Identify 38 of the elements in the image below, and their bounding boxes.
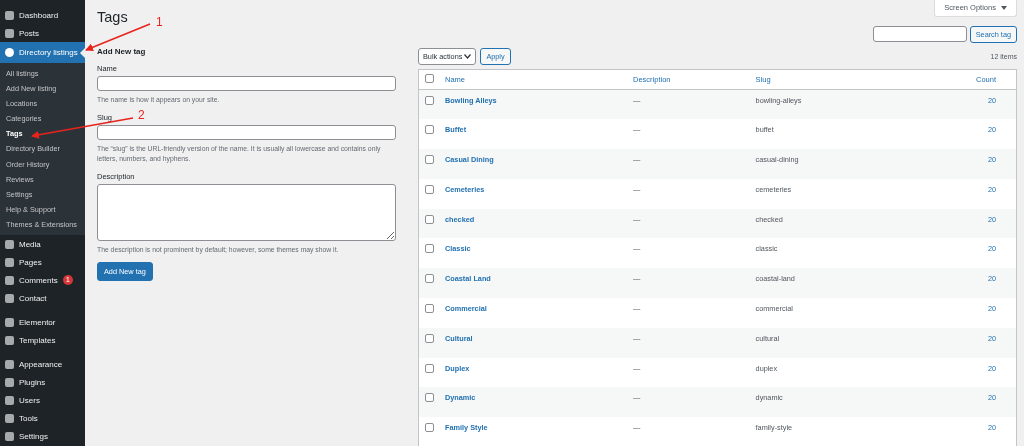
menu-item[interactable]: Dashboard [0, 6, 85, 24]
menu-item[interactable]: Appearance [0, 355, 85, 374]
annotation-number: 2 [138, 108, 145, 122]
menu-item[interactable]: Settings [0, 427, 85, 446]
input-field[interactable] [97, 124, 396, 140]
page-title: Tags [97, 9, 128, 25]
menu-item[interactable]: Plugins [0, 373, 85, 392]
menu-item[interactable]: Elementor [0, 313, 85, 332]
form-heading: Add New tag [97, 47, 147, 56]
row-checkbox[interactable] [425, 214, 434, 224]
menu-item[interactable]: Media [0, 235, 85, 254]
menu-item[interactable]: Directory listings [0, 42, 85, 63]
menu-item[interactable]: Tools [0, 409, 85, 428]
menu-item[interactable]: Contact [0, 289, 85, 308]
row-checkbox[interactable] [425, 363, 434, 373]
caret-icon [1001, 6, 1007, 10]
menu-item[interactable]: Pages [0, 253, 85, 272]
menu-item[interactable]: Templates [0, 331, 85, 350]
chevron-icon [464, 54, 472, 59]
row-checkbox[interactable] [425, 96, 434, 105]
row-checkbox[interactable] [425, 423, 434, 433]
row-checkbox[interactable] [425, 304, 434, 314]
input-field[interactable] [97, 76, 396, 91]
menu-icon [5, 48, 14, 57]
select-all-checkbox[interactable] [425, 74, 434, 83]
row-checkbox[interactable] [425, 333, 434, 343]
row-checkbox[interactable] [425, 393, 434, 403]
menu-item[interactable]: Users [0, 391, 85, 410]
menu-item[interactable]: Posts [0, 24, 85, 42]
description-field[interactable] [97, 183, 396, 241]
annotation-number: 1 [156, 15, 163, 29]
row-checkbox[interactable] [425, 125, 434, 135]
row-checkbox[interactable] [425, 244, 434, 254]
current-pointer [80, 48, 85, 58]
row-checkbox[interactable] [425, 274, 434, 284]
row-checkbox[interactable] [425, 155, 434, 165]
search-field[interactable] [872, 26, 967, 42]
row-checkbox[interactable] [425, 184, 434, 194]
